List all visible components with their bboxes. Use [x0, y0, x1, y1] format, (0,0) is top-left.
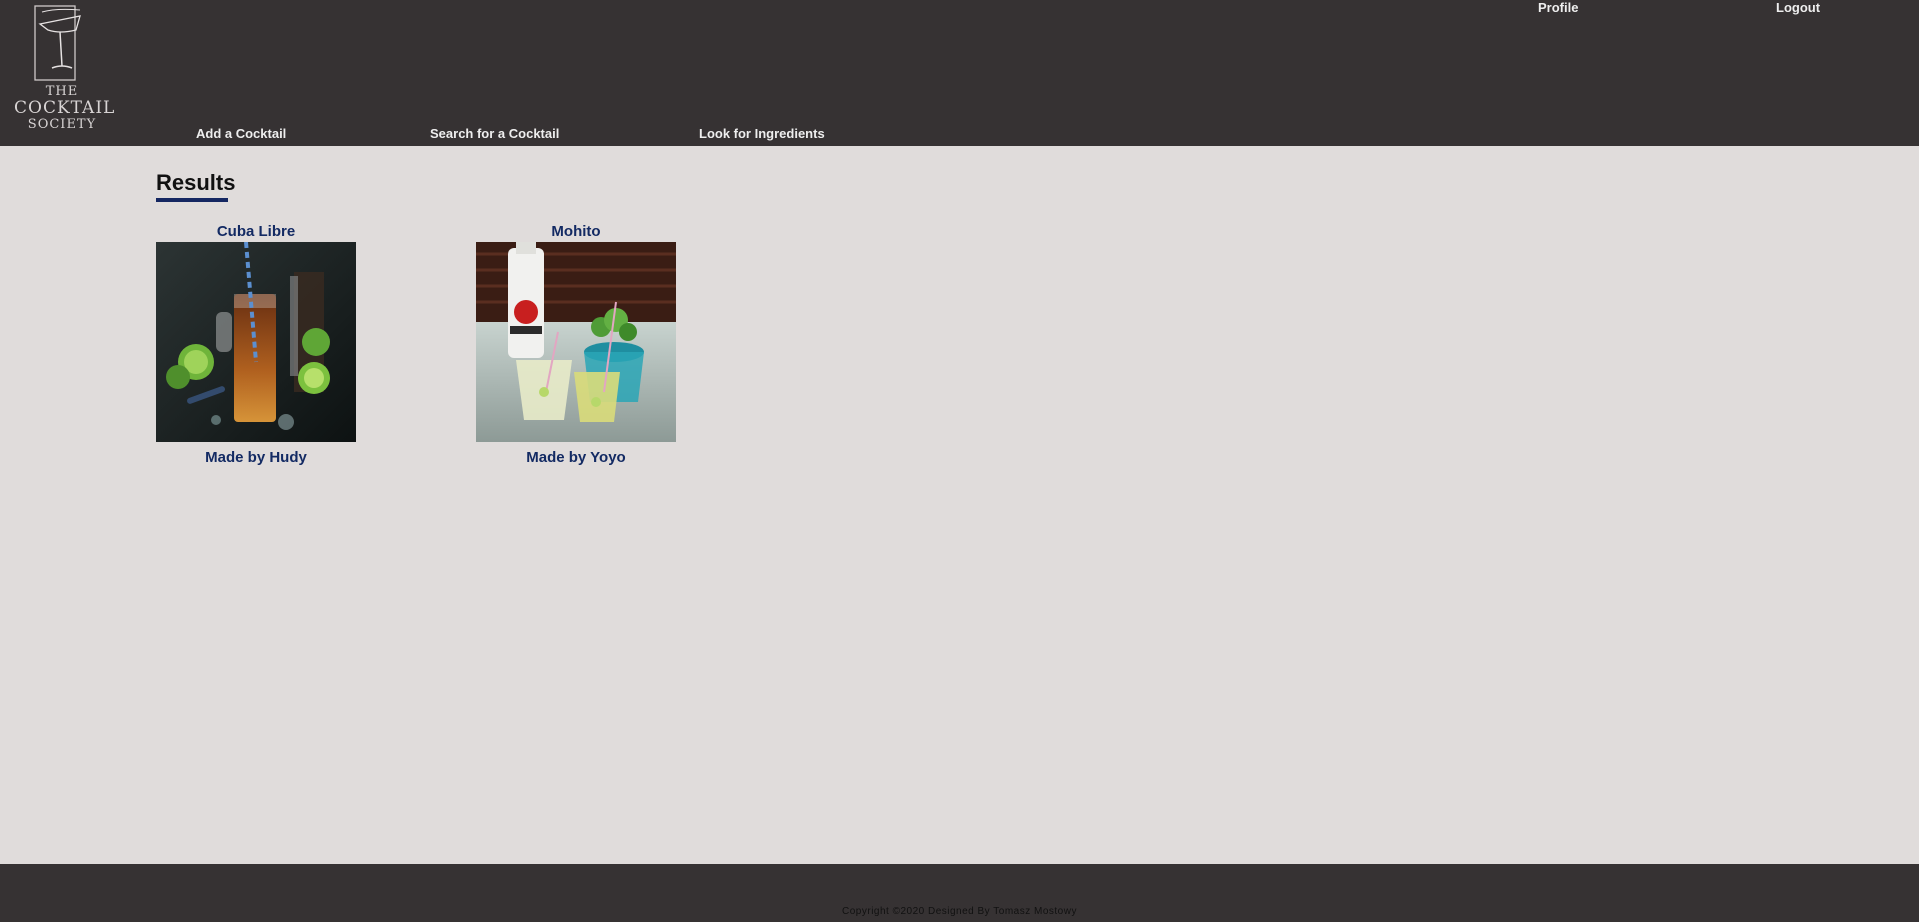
nav-look-for-ingredients[interactable]: Look for Ingredients	[699, 126, 825, 141]
cocktail-name-link[interactable]: Cuba Libre	[156, 222, 356, 242]
cocktail-glass-icon	[34, 5, 81, 81]
logout-link[interactable]: Logout	[1776, 0, 1820, 15]
page-title: Results	[156, 170, 236, 195]
profile-link[interactable]: Profile	[1538, 0, 1578, 15]
cocktail-photo[interactable]	[476, 242, 676, 442]
cocktail-photo[interactable]	[156, 242, 356, 442]
site-header: THE COCKTAIL SOCIETY Add a Cocktail Sear…	[0, 0, 1919, 146]
nav-add-cocktail[interactable]: Add a Cocktail	[196, 126, 286, 141]
title-underline	[156, 198, 228, 202]
site-logo[interactable]: THE COCKTAIL SOCIETY	[14, 4, 116, 132]
nav-search-cocktail[interactable]: Search for a Cocktail	[430, 126, 559, 141]
site-footer: Copyright ©2020 Designed By Tomasz Mosto…	[0, 864, 1919, 922]
cocktail-name-link[interactable]: Mohito	[476, 222, 676, 242]
logo-line-1: THE	[45, 84, 79, 99]
logo-line-2: COCKTAIL	[14, 98, 116, 118]
logo-text: THE COCKTAIL SOCIETY	[14, 84, 116, 132]
result-card: Mohito Made by Yoyo	[476, 222, 676, 468]
logo-line-3: SOCIETY	[27, 117, 97, 132]
author-label: Made by Yoyo	[526, 449, 626, 466]
copyright-text: Copyright ©2020 Designed By Tomasz Mosto…	[842, 906, 1077, 917]
author-label: Made by Hudy	[205, 449, 307, 466]
result-card: Cuba Libre Made by Hudy	[156, 222, 356, 468]
